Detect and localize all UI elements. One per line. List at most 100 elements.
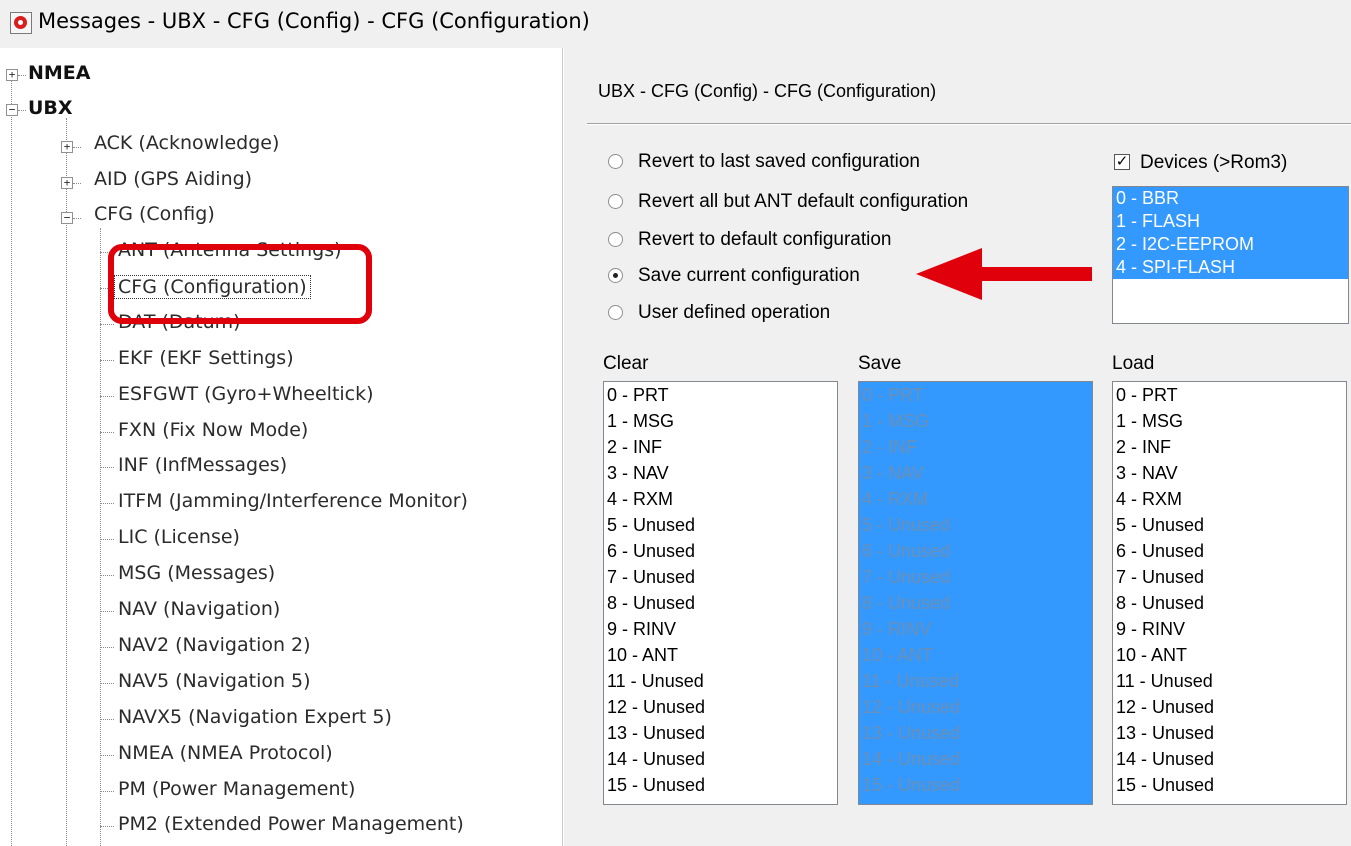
radio-button[interactable] (608, 232, 623, 247)
radio-label: Save current configuration (638, 265, 860, 286)
radio-label: Revert all but ANT default configuration (638, 191, 969, 212)
mask-item[interactable]: 4 - RXM (859, 486, 1092, 512)
radio-button[interactable] (608, 194, 623, 209)
panel-title: UBX - CFG (Config) - CFG (Configuration) (598, 81, 937, 101)
tree-item-cfg-child[interactable]: NAV (Navigation) (118, 598, 280, 620)
tree-item-cfg-child[interactable]: EKF (EKF Settings) (118, 347, 294, 369)
tree-item-cfg-child[interactable]: ESFGWT (Gyro+Wheeltick) (118, 383, 374, 405)
mask-item[interactable]: 5 - Unused (859, 512, 1092, 538)
mask-item[interactable]: 12 - Unused (604, 694, 837, 720)
mask-item[interactable]: 13 - Unused (859, 720, 1092, 746)
tree-item-cfg-child[interactable]: LIC (License) (118, 526, 240, 548)
collapse-icon[interactable]: − (6, 104, 18, 116)
tree-item-cfg-child[interactable]: PM2 (Extended Power Management) (118, 813, 464, 835)
mask-item[interactable]: 10 - ANT (859, 642, 1092, 668)
mask-item[interactable]: 14 - Unused (1113, 746, 1346, 772)
mask-item[interactable]: 9 - RINV (1113, 616, 1346, 642)
device-item[interactable]: 2 - I2C-EEPROM (1113, 233, 1348, 256)
mask-item[interactable]: 14 - Unused (604, 746, 837, 772)
mask-item[interactable]: 4 - RXM (604, 486, 837, 512)
mask-item[interactable]: 6 - Unused (859, 538, 1092, 564)
tree-item-ack[interactable]: ACK (Acknowledge) (94, 132, 279, 154)
mask-item[interactable]: 7 - Unused (859, 564, 1092, 590)
mask-item[interactable]: 0 - PRT (604, 382, 837, 408)
tree-item-cfg-child[interactable]: NAVX5 (Navigation Expert 5) (118, 706, 392, 728)
radio-label: Revert to last saved configuration (638, 151, 920, 172)
save-label: Save (858, 353, 902, 374)
tree-item-cfg-child[interactable]: NAV2 (Navigation 2) (118, 634, 311, 656)
mask-item[interactable]: 2 - INF (1113, 434, 1346, 460)
device-item[interactable]: 1 - FLASH (1113, 210, 1348, 233)
mask-item[interactable]: 8 - Unused (859, 590, 1092, 616)
mask-item[interactable]: 6 - Unused (604, 538, 837, 564)
mask-item[interactable]: 11 - Unused (859, 668, 1092, 694)
mask-item[interactable]: 14 - Unused (859, 746, 1092, 772)
tree-item-nmea[interactable]: NMEA (28, 62, 91, 84)
save-mask-listbox[interactable]: 0 - PRT 1 - MSG 2 - INF 3 - NAV 4 - RXM 5 - U… (858, 381, 1093, 805)
mask-item[interactable]: 2 - INF (604, 434, 837, 460)
annotation-highlight-box (108, 244, 372, 324)
mask-item[interactable]: 0 - PRT (1113, 382, 1346, 408)
mask-item[interactable]: 1 - MSG (859, 408, 1092, 434)
radio-button[interactable] (608, 305, 623, 320)
annotation-arrow-icon (916, 248, 1092, 300)
mask-item[interactable]: 13 - Unused (604, 720, 837, 746)
tree-item-cfg-child[interactable]: MSG (Messages) (118, 562, 275, 584)
mask-item[interactable]: 9 - RINV (859, 616, 1092, 642)
collapse-icon[interactable]: − (61, 212, 73, 224)
mask-item[interactable]: 15 - Unused (859, 772, 1092, 798)
mask-item[interactable]: 13 - Unused (1113, 720, 1346, 746)
mask-item[interactable]: 1 - MSG (604, 408, 837, 434)
tree-item-cfg-child[interactable]: INF (InfMessages) (118, 454, 287, 476)
window-title: Messages - UBX - CFG (Config) - CFG (Con… (38, 9, 590, 33)
tree-item-cfg[interactable]: CFG (Config) (94, 203, 215, 225)
mask-item[interactable]: 5 - Unused (604, 512, 837, 538)
mask-item[interactable]: 8 - Unused (1113, 590, 1346, 616)
mask-item[interactable]: 8 - Unused (604, 590, 837, 616)
device-item[interactable]: 0 - BBR (1113, 187, 1348, 210)
mask-item[interactable]: 3 - NAV (859, 460, 1092, 486)
mask-item[interactable]: 4 - RXM (1113, 486, 1346, 512)
mask-item[interactable]: 2 - INF (859, 434, 1092, 460)
devices-listbox[interactable]: 0 - BBR 1 - FLASH 2 - I2C-EEPROM 4 - SPI-FL… (1112, 186, 1349, 324)
expand-icon[interactable]: + (61, 177, 73, 189)
mask-item[interactable]: 15 - Unused (1113, 772, 1346, 798)
mask-item[interactable]: 15 - Unused (604, 772, 837, 798)
splitter[interactable] (563, 48, 570, 846)
mask-item[interactable]: 12 - Unused (1113, 694, 1346, 720)
mask-item[interactable]: 11 - Unused (604, 668, 837, 694)
message-tree[interactable]: + NMEA − UBX + ACK (Acknowledge) + AID (… (0, 48, 563, 846)
tree-item-cfg-child[interactable]: NMEA (NMEA Protocol) (118, 742, 333, 764)
clear-mask-listbox[interactable]: 0 - PRT 1 - MSG 2 - INF 3 - NAV 4 - RXM 5 - U… (603, 381, 838, 805)
device-item[interactable]: 4 - SPI-FLASH (1113, 256, 1348, 279)
mask-item[interactable]: 6 - Unused (1113, 538, 1346, 564)
expand-icon[interactable]: + (61, 141, 73, 153)
expand-icon[interactable]: + (6, 69, 18, 81)
mask-item[interactable]: 10 - ANT (604, 642, 837, 668)
tree-item-cfg-child[interactable]: NAV5 (Navigation 5) (118, 670, 311, 692)
checkmark-icon[interactable]: ✓ (1114, 154, 1130, 170)
tree-item-cfg-child[interactable]: ITFM (Jamming/Interference Monitor) (118, 490, 468, 512)
mask-item[interactable]: 9 - RINV (604, 616, 837, 642)
tree-item-aid[interactable]: AID (GPS Aiding) (94, 168, 252, 190)
tree-item-cfg-child[interactable]: FXN (Fix Now Mode) (118, 419, 308, 441)
mask-item[interactable]: 10 - ANT (1113, 642, 1346, 668)
mask-item[interactable]: 7 - Unused (1113, 564, 1346, 590)
tree-item-ubx[interactable]: UBX (28, 97, 73, 119)
mask-item[interactable]: 0 - PRT (859, 382, 1092, 408)
mask-item[interactable]: 11 - Unused (1113, 668, 1346, 694)
load-label: Load (1112, 353, 1155, 374)
mask-item[interactable]: 3 - NAV (1113, 460, 1346, 486)
mask-item[interactable]: 1 - MSG (1113, 408, 1346, 434)
mask-item[interactable]: 5 - Unused (1113, 512, 1346, 538)
radio-button-selected[interactable] (608, 268, 623, 283)
load-mask-listbox[interactable]: 0 - PRT 1 - MSG 2 - INF 3 - NAV 4 - RXM 5 - U… (1112, 381, 1347, 805)
radio-button[interactable] (608, 154, 623, 169)
tree-item-cfg-child[interactable]: PM (Power Management) (118, 778, 355, 800)
mask-item[interactable]: 7 - Unused (604, 564, 837, 590)
mask-item[interactable]: 12 - Unused (859, 694, 1092, 720)
config-panel: UBX - CFG (Config) - CFG (Configuration)… (570, 48, 1351, 846)
mask-item[interactable]: 3 - NAV (604, 460, 837, 486)
radio-label: Revert to default configuration (638, 229, 892, 250)
clear-label: Clear (603, 353, 649, 374)
